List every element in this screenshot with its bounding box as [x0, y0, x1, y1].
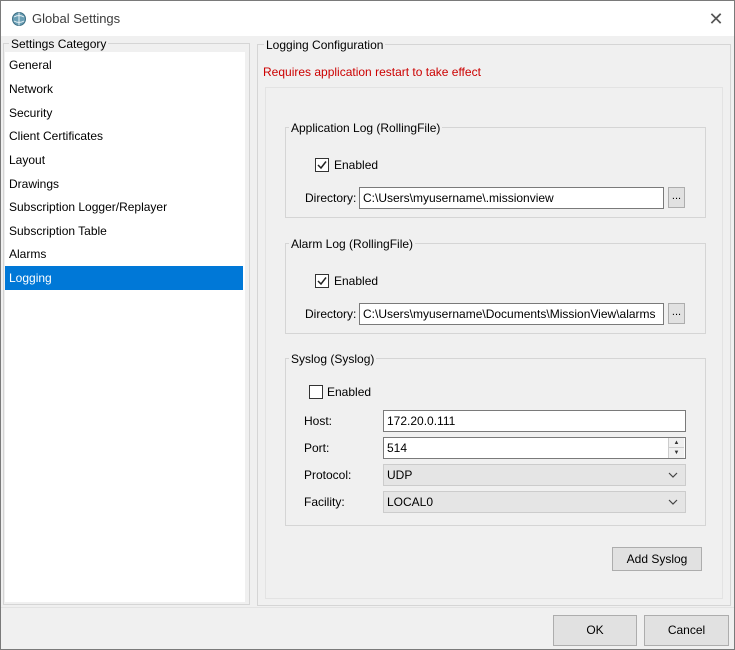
alarm-log-directory-label: Directory:	[305, 307, 357, 321]
add-syslog-button[interactable]: Add Syslog	[612, 547, 702, 571]
syslog-port-value: 514	[387, 441, 408, 455]
check-icon	[317, 161, 327, 170]
alarm-log-browse-button[interactable]: ...	[668, 303, 685, 324]
logging-configuration-legend: Logging Configuration	[264, 38, 386, 52]
app-icon	[11, 11, 27, 27]
sidebar-item-alarms[interactable]: Alarms	[5, 242, 243, 266]
syslog-enabled-label: Enabled	[327, 385, 372, 399]
spin-down-icon[interactable]: ▼	[669, 448, 684, 458]
sidebar-item-logging[interactable]: Logging	[5, 266, 243, 290]
app-log-enabled-label: Enabled	[334, 158, 379, 172]
sidebar-item-subscription-table[interactable]: Subscription Table	[5, 219, 243, 243]
close-icon[interactable]: ✕	[701, 7, 731, 31]
syslog-host-label: Host:	[304, 414, 333, 428]
syslog-protocol-value: UDP	[387, 468, 413, 482]
syslog-port-field[interactable]: 514	[383, 437, 686, 459]
port-spinner: ▲ ▼	[668, 438, 684, 458]
title-bar: Global Settings ✕	[1, 1, 734, 36]
sidebar-item-security[interactable]: Security	[5, 101, 243, 125]
alarm-log-legend: Alarm Log (RollingFile)	[289, 237, 416, 251]
app-log-directory-label: Directory:	[305, 191, 357, 205]
syslog-facility-select[interactable]: LOCAL0	[383, 491, 686, 513]
syslog-facility-label: Facility:	[304, 495, 345, 509]
chevron-down-icon	[667, 465, 679, 485]
syslog-protocol-select[interactable]: UDP	[383, 464, 686, 486]
settings-category-list: General Network Security Client Certific…	[5, 52, 245, 602]
settings-category-legend: Settings Category	[9, 37, 109, 51]
sidebar-item-general[interactable]: General	[5, 53, 243, 77]
sidebar-item-drawings[interactable]: Drawings	[5, 172, 243, 196]
spin-up-icon[interactable]: ▲	[669, 438, 684, 448]
app-log-directory-field[interactable]: C:\Users\myusername\.missionview	[359, 187, 664, 209]
app-log-enabled-checkbox[interactable]	[315, 158, 329, 172]
alarm-log-enabled-label: Enabled	[334, 274, 379, 288]
app-log-browse-button[interactable]: ...	[668, 187, 685, 208]
alarm-log-enabled-checkbox[interactable]	[315, 274, 329, 288]
syslog-facility-value: LOCAL0	[387, 495, 434, 509]
syslog-host-field[interactable]: 172.20.0.111	[383, 410, 686, 432]
global-settings-window: Global Settings ✕ Settings Category Gene…	[0, 0, 735, 650]
application-log-legend: Application Log (RollingFile)	[289, 121, 443, 135]
alarm-log-directory-field[interactable]: C:\Users\myusername\Documents\MissionVie…	[359, 303, 664, 325]
sidebar-item-layout[interactable]: Layout	[5, 148, 243, 172]
restart-warning: Requires application restart to take eff…	[263, 65, 481, 79]
sidebar-item-subscription-logger[interactable]: Subscription Logger/Replayer	[5, 195, 243, 219]
syslog-enabled-checkbox[interactable]	[309, 385, 323, 399]
chevron-down-icon	[667, 492, 679, 512]
ok-button[interactable]: OK	[553, 615, 637, 646]
sidebar-item-client-certificates[interactable]: Client Certificates	[5, 124, 243, 148]
syslog-protocol-label: Protocol:	[304, 468, 352, 482]
sidebar-item-network[interactable]: Network	[5, 77, 243, 101]
syslog-legend: Syslog (Syslog)	[289, 352, 377, 366]
window-title: Global Settings	[32, 11, 121, 26]
check-icon	[317, 277, 327, 286]
cancel-button[interactable]: Cancel	[644, 615, 729, 646]
syslog-port-label: Port:	[304, 441, 330, 455]
